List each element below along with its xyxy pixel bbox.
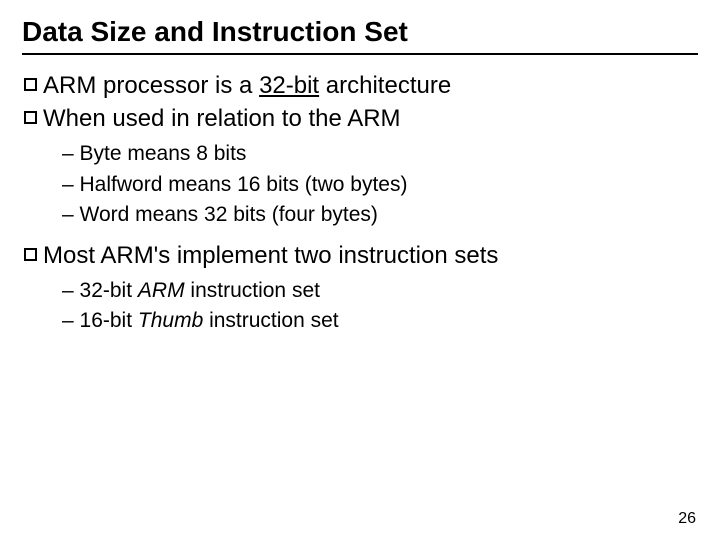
text-fragment: instruction set xyxy=(203,309,338,332)
page-number: 26 xyxy=(678,510,696,528)
bullet-list-level2: Byte means 8 bits Halfword means 16 bits… xyxy=(62,139,698,230)
sub-bullet-item: Word means 32 bits (four bytes) xyxy=(62,200,698,230)
slide-title: Data Size and Instruction Set xyxy=(22,14,698,49)
sub-bullet-item: Byte means 8 bits xyxy=(62,139,698,169)
sub-bullet-item: 32-bit ARM instruction set xyxy=(62,276,698,306)
slide: Data Size and Instruction Set ARM proces… xyxy=(0,0,720,540)
square-bullet-icon xyxy=(24,78,37,91)
square-bullet-icon xyxy=(24,248,37,261)
bullet-text: Most ARM's implement two instruction set… xyxy=(43,239,498,272)
sub-bullet-item: 16-bit Thumb instruction set xyxy=(62,306,698,336)
bullet-list-level1: Most ARM's implement two instruction set… xyxy=(24,239,698,272)
sub-bullet-item: Halfword means 16 bits (two bytes) xyxy=(62,170,698,200)
bullet-list-level2: 32-bit ARM instruction set 16-bit Thumb … xyxy=(62,276,698,337)
bullet-list-level1: ARM processor is a 32-bit architecture W… xyxy=(24,69,698,135)
text-italic: ARM xyxy=(138,279,185,302)
text-fragment: ARM processor is a xyxy=(43,72,259,99)
text-fragment: 32-bit xyxy=(80,279,138,302)
square-bullet-icon xyxy=(24,111,37,124)
bullet-item: ARM processor is a 32-bit architecture xyxy=(24,69,698,102)
bullet-item: Most ARM's implement two instruction set… xyxy=(24,239,698,272)
bullet-text: When used in relation to the ARM xyxy=(43,102,401,135)
bullet-text: ARM processor is a 32-bit architecture xyxy=(43,69,451,102)
title-underline xyxy=(22,53,698,55)
text-fragment: 16-bit xyxy=(80,309,138,332)
text-italic: Thumb xyxy=(138,309,203,332)
text-fragment: architecture xyxy=(319,72,451,99)
bullet-item: When used in relation to the ARM xyxy=(24,102,698,135)
text-highlight: 32-bit xyxy=(259,72,319,99)
text-fragment: instruction set xyxy=(185,279,320,302)
